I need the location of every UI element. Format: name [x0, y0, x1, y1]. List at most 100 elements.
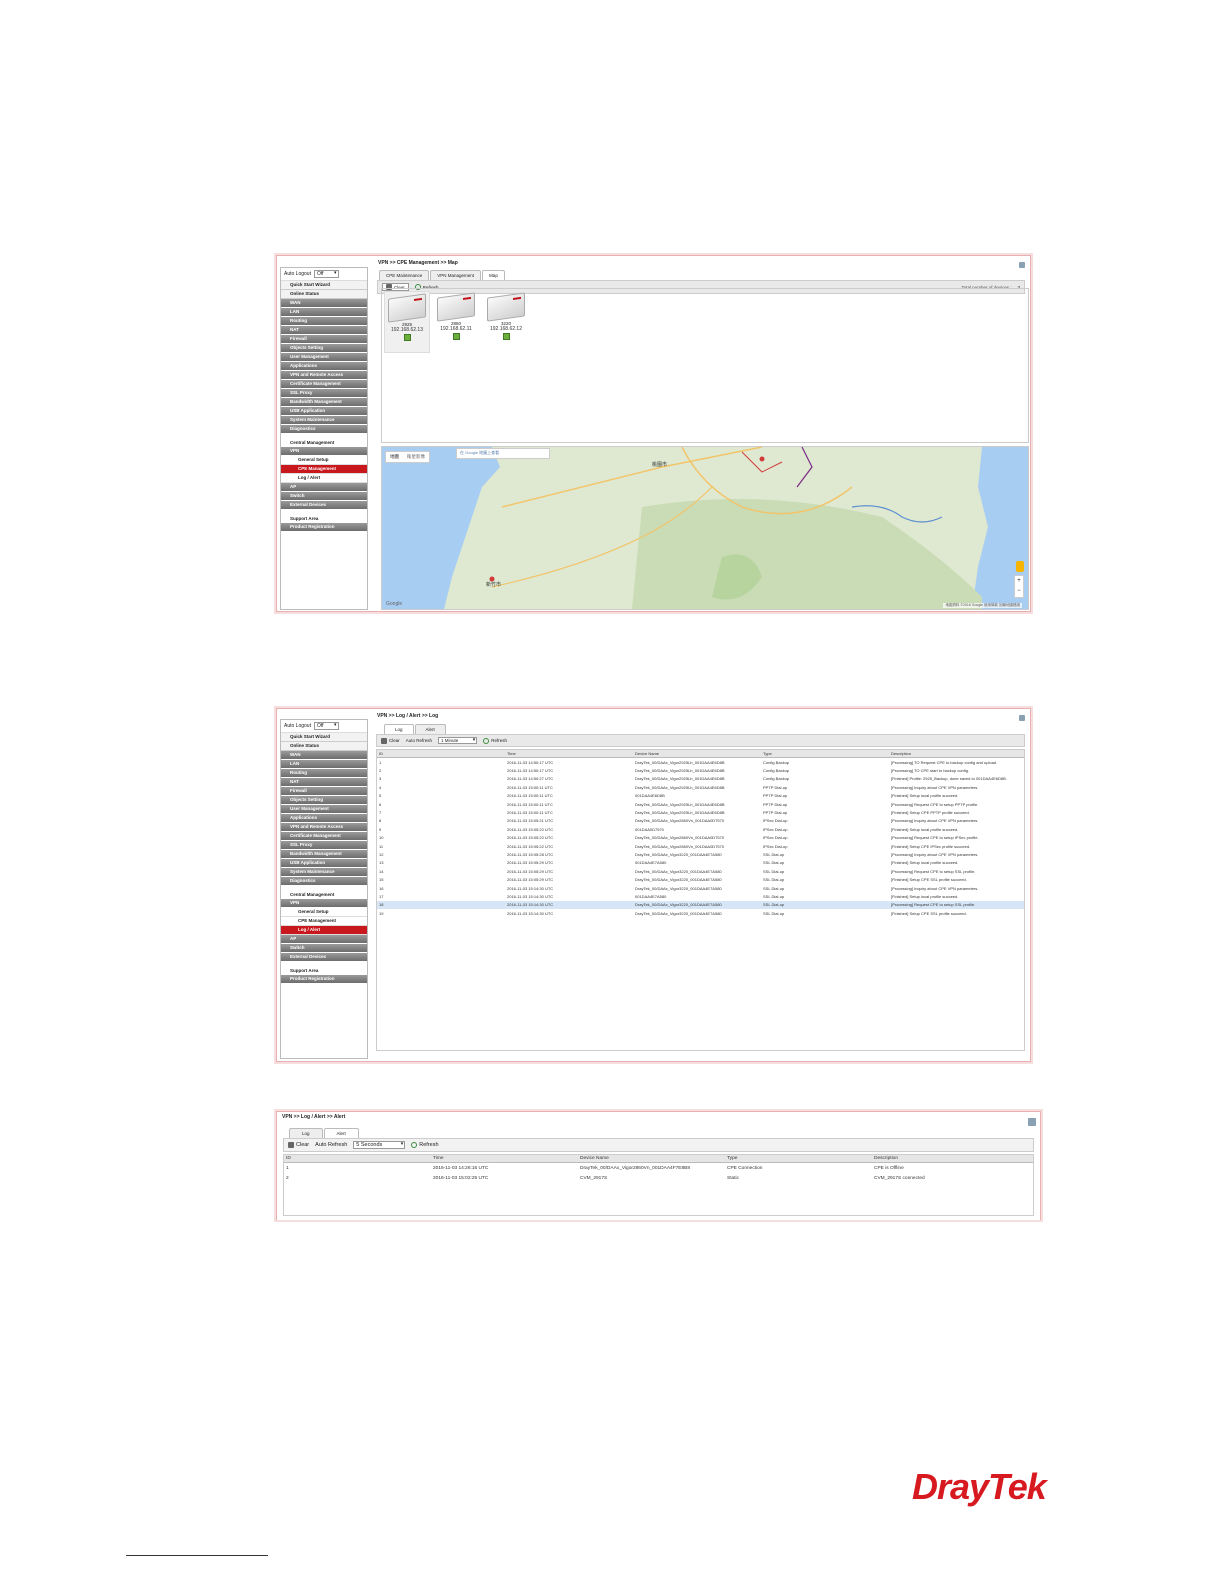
zoom-in-icon[interactable]: + [1015, 576, 1023, 586]
clear-button[interactable]: Clear [381, 737, 400, 744]
sidebar-item-bandwidth-management[interactable]: Bandwidth Management [281, 850, 367, 859]
sidebar-item-certificate-management[interactable]: Certificate Management [281, 380, 367, 389]
table-row[interactable]: 1 2016-11-03 14:26:16 UTC DrayTek_00/DAAx_… [284, 1163, 1033, 1174]
sidebar-item-nat[interactable]: NAT [281, 326, 367, 335]
print-icon[interactable] [1028, 1118, 1036, 1126]
sidebar-item-lan[interactable]: LAN [281, 308, 367, 317]
table-row[interactable]: 2 2016-11-03 15:02:25 UTC CVM_2917S Static C… [284, 1173, 1033, 1183]
refresh-button[interactable]: Refresh [483, 737, 507, 744]
table-row[interactable]: 3 2016-11-03 14:50:27 UTC DrayTek_00/DAAx_… [377, 775, 1024, 783]
sidebar-item-system-maintenance[interactable]: System Maintenance [281, 416, 367, 425]
sidebar-item-product-registration[interactable]: Product Registration [281, 523, 367, 532]
sidebar-item-objects-setting[interactable]: Objects Setting [281, 344, 367, 353]
table-row[interactable]: 11 2016-11-03 15:05:22 UTC DrayTek_00/DAAx… [377, 842, 1024, 850]
google-map[interactable]: 地圖 衛星影像 在 Google 地圖上查看 新竹市 桃園市 Google 地圖… [381, 446, 1029, 610]
sidebar-item-product-registration[interactable]: Product Registration [281, 975, 367, 984]
device-card-3220[interactable]: 3220 192.168.62.12 [484, 291, 528, 351]
sidebar-item-external-devices[interactable]: External Devices [281, 501, 367, 510]
sidebar-item-ap[interactable]: AP [281, 483, 367, 492]
sidebar-item-certificate-management[interactable]: Certificate Management [281, 832, 367, 841]
sidebar-item-bandwidth-management[interactable]: Bandwidth Management [281, 398, 367, 407]
auto-refresh-select[interactable]: 1 Minute [438, 737, 478, 744]
sidebar-item-ssl-proxy[interactable]: SSL Proxy [281, 389, 367, 398]
sidebar-item-online-status[interactable]: Online Status [281, 290, 367, 299]
map-search-box[interactable]: 在 Google 地圖上查看 [456, 448, 550, 459]
sidebar-item-ap[interactable]: AP [281, 935, 367, 944]
sidebar-item-nat[interactable]: NAT [281, 778, 367, 787]
tab-log[interactable]: Log [289, 1128, 323, 1138]
sidebar-item-quick-start-wizard[interactable]: Quick Start Wizard [281, 281, 367, 290]
sidebar-item-objects-setting[interactable]: Objects Setting [281, 796, 367, 805]
refresh-button[interactable]: Refresh [411, 1142, 439, 1148]
table-row[interactable]: 12 2016-11-03 15:05:28 UTC DrayTek_00/DAAx… [377, 850, 1024, 858]
sidebar-item-wan[interactable]: WAN [281, 299, 367, 308]
satellite-button[interactable]: 衛星影像 [403, 452, 429, 462]
table-row[interactable]: 7 2016-11-03 15:00:11 UTC DrayTek_00/DAAx_… [377, 808, 1024, 816]
print-icon[interactable] [1019, 715, 1025, 721]
sidebar-item-routing[interactable]: Routing [281, 769, 367, 778]
table-row[interactable]: 18 2016-11-03 15:14:30 UTC DrayTek_00/DAAx… [377, 900, 1024, 910]
sidebar-item-log-alert[interactable]: Log / Alert [281, 926, 367, 935]
sidebar-item-switch[interactable]: Switch [281, 492, 367, 501]
table-row[interactable]: 14 2016-11-03 15:05:29 UTC DrayTek_00/DAAx… [377, 867, 1024, 875]
sidebar-item-wan[interactable]: WAN [281, 751, 367, 760]
table-row[interactable]: 5 2016-11-03 15:00:11 UTC 001DAA4E6D8B PPTP… [377, 792, 1024, 800]
sidebar-item-vpn-and-remote-access[interactable]: VPN and Remote Access [281, 823, 367, 832]
sidebar-item-vpn-and-remote-access[interactable]: VPN and Remote Access [281, 371, 367, 380]
table-row[interactable]: 2 2016-11-03 14:50:17 UTC DrayTek_00/DAAx_… [377, 766, 1024, 774]
auto-logout-select[interactable]: Off [313, 722, 339, 730]
table-row[interactable]: 8 2016-11-03 15:05:21 UTC DrayTek_00/DAAx_… [377, 817, 1024, 825]
sidebar-item-external-devices[interactable]: External Devices [281, 953, 367, 962]
sidebar-item-diagnostics[interactable]: Diagnostics [281, 877, 367, 886]
device-card-2925[interactable]: 2925 192.168.62.13 [384, 291, 430, 353]
auto-refresh-select[interactable]: 5 Seconds [353, 1141, 406, 1149]
sidebar-item-switch[interactable]: Switch [281, 944, 367, 953]
map-button[interactable]: 地圖 [386, 452, 403, 462]
table-row[interactable]: 15 2016-11-03 15:05:29 UTC DrayTek_00/DAAx… [377, 875, 1024, 883]
sidebar-item-diagnostics[interactable]: Diagnostics [281, 425, 367, 434]
sidebar-item-user-management[interactable]: User Management [281, 805, 367, 814]
table-row[interactable]: 9 2016-11-03 15:05:22 UTC 001DAA0D7570 IPSe… [377, 825, 1024, 833]
zoom-out-icon[interactable]: − [1015, 586, 1023, 596]
table-row[interactable]: 19 2016-11-03 15:14:30 UTC DrayTek_00/DAAx… [377, 909, 1024, 917]
table-row[interactable]: 1 2016-11-03 14:50:17 UTC DrayTek_00/DAAx_… [377, 758, 1024, 767]
sidebar-item-firewall[interactable]: Firewall [281, 787, 367, 796]
sidebar-item-cpe-management[interactable]: CPE Management [281, 465, 367, 474]
sidebar-item-ssl-proxy[interactable]: SSL Proxy [281, 841, 367, 850]
pegman-icon[interactable] [1016, 561, 1024, 572]
sidebar-item-user-management[interactable]: User Management [281, 353, 367, 362]
table-row[interactable]: 10 2016-11-03 15:05:22 UTC DrayTek_00/DAAx… [377, 834, 1024, 842]
table-row[interactable]: 4 2016-11-03 15:00:11 UTC DrayTek_00/DAAx_… [377, 783, 1024, 791]
sidebar-item-cpe-management[interactable]: CPE Management [281, 917, 367, 926]
sidebar-item-usb-application[interactable]: USB Application [281, 407, 367, 416]
tab-alert[interactable]: Alert [414, 724, 446, 734]
table-row[interactable]: 17 2016-11-03 15:14:30 UTC 001DAA4E7A580 SS… [377, 892, 1024, 900]
table-row[interactable]: 16 2016-11-03 15:14:30 UTC DrayTek_00/DAAx… [377, 884, 1024, 892]
sidebar-item-general-setup[interactable]: General Setup [281, 908, 367, 917]
sidebar-item-general-setup[interactable]: General Setup [281, 456, 367, 465]
sidebar-item-usb-application[interactable]: USB Application [281, 859, 367, 868]
print-icon[interactable] [1019, 262, 1025, 268]
tab-vpn-management[interactable]: VPN Management [430, 270, 482, 280]
sidebar-item-vpn[interactable]: VPN [281, 899, 367, 908]
table-row[interactable]: 6 2016-11-03 15:00:11 UTC DrayTek_00/DAAx_… [377, 800, 1024, 808]
sidebar-item-applications[interactable]: Applications [281, 814, 367, 823]
table-row[interactable]: 13 2016-11-03 15:05:29 UTC 001DAA4E7A580 SS… [377, 859, 1024, 867]
tab-cpe-maintenance[interactable]: CPE Maintenance [379, 270, 430, 280]
sidebar-item-lan[interactable]: LAN [281, 760, 367, 769]
tab-alert[interactable]: Alert [323, 1128, 359, 1138]
clear-button[interactable]: Clear [288, 1142, 309, 1148]
tab-map[interactable]: Map [482, 270, 505, 280]
sidebar-item-applications[interactable]: Applications [281, 362, 367, 371]
sidebar-item-firewall[interactable]: Firewall [281, 335, 367, 344]
sidebar-item-vpn[interactable]: VPN [281, 447, 367, 456]
device-card-2860[interactable]: 2860 192.168.62.11 [434, 291, 478, 351]
sidebar-item-online-status[interactable]: Online Status [281, 742, 367, 751]
sidebar-item-quick-start-wizard[interactable]: Quick Start Wizard [281, 733, 367, 742]
sidebar-item-routing[interactable]: Routing [281, 317, 367, 326]
auto-logout-select[interactable]: Off [313, 270, 339, 278]
sidebar-item-system-maintenance[interactable]: System Maintenance [281, 868, 367, 877]
tab-log[interactable]: Log [384, 724, 414, 734]
map-type-control: 地圖 衛星影像 [385, 451, 430, 463]
sidebar-item-log-alert[interactable]: Log / Alert [281, 474, 367, 483]
